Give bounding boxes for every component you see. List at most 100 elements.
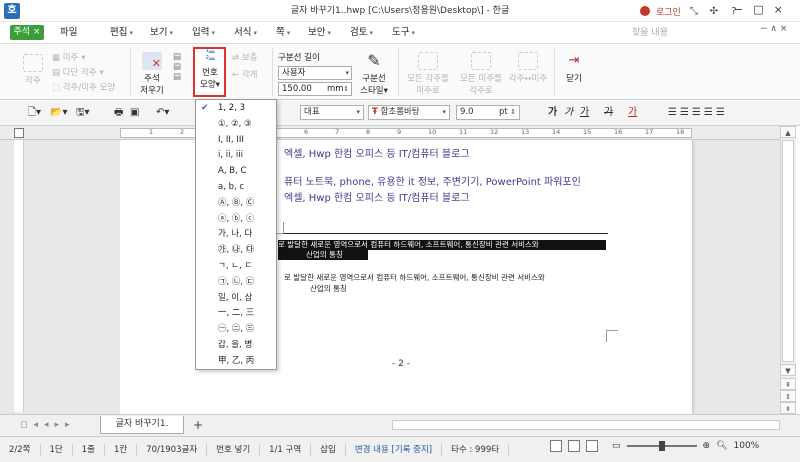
tab-nav-icons[interactable]: ◻◂◂▸▸: [20, 420, 76, 430]
doc-line[interactable]: 엑셀, Hwp 한컴 오피스 등 IT/컴퓨터 블로그: [284, 189, 470, 204]
zoom-out-icon[interactable]: ▭: [612, 441, 621, 451]
ruler-corner-button[interactable]: [14, 128, 24, 138]
bold-button[interactable]: 가: [548, 105, 557, 120]
spinner-icon[interactable]: ⇕: [343, 83, 349, 95]
underline-button[interactable]: 가: [580, 105, 589, 120]
number-shape-option[interactable]: ①, ②, ③: [196, 117, 276, 132]
menu-item[interactable]: 입력 ▾: [192, 22, 215, 44]
scroll-thumb[interactable]: [782, 140, 794, 362]
italic-button[interactable]: 가: [564, 105, 573, 120]
horizontal-scrollbar[interactable]: [392, 420, 780, 430]
footnote-button[interactable]: 각주: [18, 54, 48, 86]
close-button[interactable]: ×: [774, 3, 783, 16]
doc-line[interactable]: 퓨터 노트북, phone, 유용한 it 정보, 주변기기, PowerPoi…: [284, 173, 581, 188]
style-select[interactable]: 대표 ▾: [300, 105, 364, 120]
number-shape-option[interactable]: a, b, c: [196, 180, 276, 195]
menu-item[interactable]: 서식 ▾: [234, 22, 257, 44]
zoom-slider[interactable]: [626, 441, 697, 451]
memo-tab-button[interactable]: 주석 ×: [10, 25, 44, 40]
resize-icon[interactable]: ⤡: [687, 6, 701, 17]
open-folder-icon[interactable]: 📂▾: [50, 105, 67, 120]
menu-item[interactable]: 파일: [60, 22, 77, 44]
vertical-ruler[interactable]: [14, 140, 24, 412]
add-tab-button[interactable]: +: [190, 418, 206, 432]
normal-view-icon[interactable]: [550, 440, 562, 452]
separator-style-button[interactable]: ✎ 구분선 스타일▾: [358, 52, 390, 97]
number-shape-option[interactable]: ㉮, ㉯, ㉰: [196, 243, 276, 258]
print-icon[interactable]: 🖶: [114, 105, 123, 120]
zoom-level[interactable]: 100%: [734, 441, 760, 451]
endnote-button[interactable]: ▦ 미주 ▾: [52, 51, 85, 63]
status-track-changes[interactable]: 변경 내용 [기록 중지]: [346, 443, 443, 456]
zoom-magnifier-icon[interactable]: 🔍︎: [716, 441, 727, 451]
layout-view-icon[interactable]: [586, 440, 598, 452]
number-shape-option[interactable]: I, II, III: [196, 133, 276, 148]
menu-item[interactable]: 보안 ▾: [308, 22, 331, 44]
selected-text[interactable]: 로 발달한 새로운 영역으로서 컴퓨터 하드웨어, 소프트웨어, 통신장비 관련…: [278, 240, 606, 250]
selected-text[interactable]: 산업의 통칭: [278, 250, 368, 260]
preview-icon[interactable]: ▣: [130, 105, 139, 120]
font-size-input[interactable]: 9.0 pt ⇕: [456, 105, 520, 120]
zoom-in-icon[interactable]: ⊕: [703, 441, 711, 451]
number-shape-option[interactable]: 가, 나, 다: [196, 227, 276, 242]
save-icon[interactable]: 🖫▾: [76, 105, 90, 120]
all-endnotes-to-footnotes-button[interactable]: 모든 미주를 각주로: [456, 52, 506, 96]
insert-memo-button[interactable]: ✕ 주석 저우기: [138, 52, 166, 96]
number-shape-option[interactable]: ㊀, ㊁, ㊂: [196, 322, 276, 337]
ribbon-controls[interactable]: − ∧ ×: [760, 24, 787, 34]
number-shape-option[interactable]: 일, 이, 삼: [196, 291, 276, 306]
page-jump-button[interactable]: ⇕: [780, 390, 796, 402]
maximize-button[interactable]: □: [753, 3, 763, 16]
shrink-button[interactable]: ← 각게: [232, 68, 257, 80]
scroll-down-button[interactable]: ▼: [780, 364, 796, 376]
number-shape-option[interactable]: ㄱ, ㄴ, ㄷ: [196, 259, 276, 274]
all-footnotes-to-endnotes-button[interactable]: 모든 각주를 미주로: [403, 52, 453, 96]
number-shape-content[interactable]: ¹═ ²═ 번호 모양▾: [195, 49, 225, 91]
swap-notes-button[interactable]: 각주↔미주: [508, 52, 548, 84]
number-shape-option[interactable]: Ⓐ, Ⓑ, Ⓒ: [196, 196, 276, 211]
menu-item[interactable]: 도구 ▾: [392, 22, 415, 44]
font-select[interactable]: Ŧ 함초롬바탕 ▾: [368, 105, 450, 120]
separator-size-input[interactable]: 150.00 mm ⇕: [278, 82, 352, 96]
multi-footnote-button[interactable]: ▤ 다단 각주 ▾: [52, 66, 104, 78]
exit-icon: ⇥: [568, 53, 580, 68]
number-shape-option[interactable]: 갑, 을, 병: [196, 338, 276, 353]
zoom-slider-knob[interactable]: [658, 441, 665, 451]
pin-icon[interactable]: ✣: [707, 6, 721, 17]
doc-line[interactable]: 산업의 통칭: [310, 283, 347, 294]
undo-icon[interactable]: ↶▾: [156, 105, 169, 120]
status-mode[interactable]: 삽입: [311, 443, 346, 456]
number-shape-option[interactable]: 一, 二, 三: [196, 306, 276, 321]
new-document-icon[interactable]: 🗋▾: [28, 105, 41, 120]
scroll-up-button[interactable]: ▲: [780, 126, 796, 138]
menu-search-input[interactable]: 찾을 내용: [632, 26, 752, 40]
login-area[interactable]: 로그인 ⤡ ✣ ?: [640, 4, 741, 18]
menu-item[interactable]: 쪽 ▾: [276, 22, 290, 44]
menu-item[interactable]: 검토 ▾: [350, 22, 373, 44]
menu-item[interactable]: 보기 ▾: [150, 22, 173, 44]
number-shape-option[interactable]: ⓐ, ⓑ, ⓒ: [196, 212, 276, 227]
spinner-icon[interactable]: ⇕: [510, 106, 516, 119]
supplement-button[interactable]: ⇄ 보충: [232, 51, 257, 63]
close-memo-button[interactable]: ⇥ 닫기: [562, 52, 586, 84]
doc-line[interactable]: 엑셀, Hwp 한컴 오피스 등 IT/컴퓨터 블로그: [284, 145, 470, 160]
note-shape-button[interactable]: ⬚ 각주/미주 모양: [52, 81, 115, 93]
prev-page-button[interactable]: ⇞: [780, 378, 796, 390]
number-shape-option[interactable]: A, B, C: [196, 164, 276, 179]
number-shape-option[interactable]: ㉠, ㉡, ㉢: [196, 275, 276, 290]
separator-type-select[interactable]: 사용자 ▾: [278, 66, 352, 80]
document-tab[interactable]: 글자 바꾸기1.: [100, 416, 184, 434]
font-color-button[interactable]: 가: [628, 105, 637, 120]
align-icons[interactable]: ☰☰☰☰☰: [668, 105, 728, 120]
memo-list-icon[interactable]: ▤ ▤ ▤: [170, 52, 184, 82]
minimize-button[interactable]: −: [734, 3, 743, 16]
swap-label: 각주↔미주: [508, 74, 548, 84]
number-shape-option[interactable]: i, ii, iii: [196, 148, 276, 163]
next-page-button[interactable]: ⇟: [780, 402, 796, 414]
status-page[interactable]: 2/2쪽: [0, 443, 41, 456]
number-shape-option[interactable]: 甲, 乙, 丙: [196, 354, 276, 369]
doc-line[interactable]: 로 발달한 새로운 영역으로서 컴퓨터 하드웨어, 소프트웨어, 통신장비 관련…: [284, 272, 545, 283]
page-view-icon[interactable]: [568, 440, 580, 452]
menu-item[interactable]: 편집 ▾: [110, 22, 133, 44]
strikethrough-button[interactable]: 가: [604, 105, 613, 120]
